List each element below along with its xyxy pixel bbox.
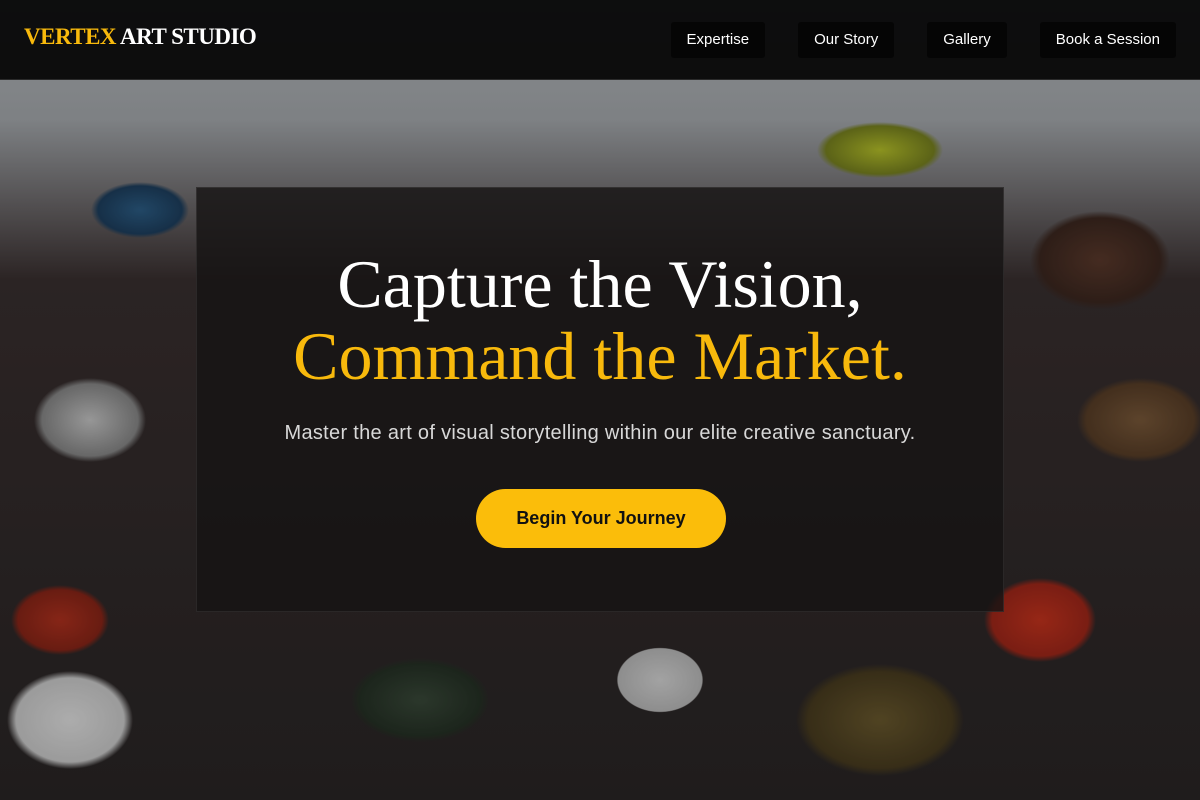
brand-accent-text: VERTEX xyxy=(24,24,117,49)
nav-link-expertise[interactable]: Expertise xyxy=(670,22,766,58)
hero-subtitle: Master the art of visual storytelling wi… xyxy=(284,422,916,444)
begin-journey-button[interactable]: Begin Your Journey xyxy=(476,489,726,548)
hero-title-line2: Command the Market. xyxy=(293,318,907,394)
navbar: VERTEX ART STUDIO Expertise Our Story Ga… xyxy=(0,0,1200,80)
nav-links: Expertise Our Story Gallery Book a Sessi… xyxy=(670,22,1176,58)
brand-main-text: ART STUDIO xyxy=(120,24,257,49)
nav-link-book-a-session[interactable]: Book a Session xyxy=(1039,22,1176,58)
hero-title-line1: Capture the Vision, xyxy=(337,246,863,322)
nav-link-our-story[interactable]: Our Story xyxy=(798,22,895,58)
hero-card: Capture the Vision, Command the Market. … xyxy=(196,187,1004,612)
nav-link-gallery[interactable]: Gallery xyxy=(927,22,1007,58)
brand-logo[interactable]: VERTEX ART STUDIO xyxy=(24,24,257,50)
hero-title: Capture the Vision, Command the Market. xyxy=(197,248,1003,392)
